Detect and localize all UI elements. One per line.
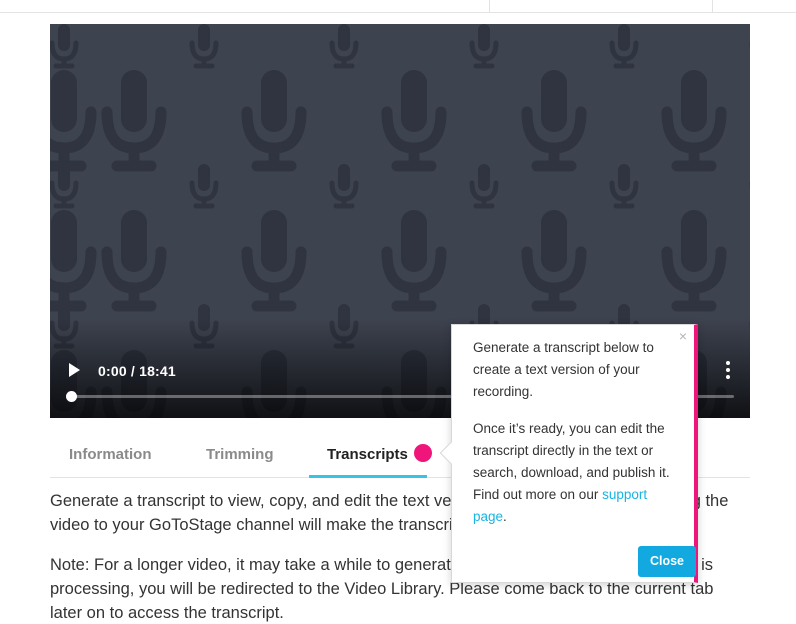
tab-trimming[interactable]: Trimming (206, 446, 274, 463)
close-button[interactable]: Close (638, 546, 696, 577)
top-bar-divider (489, 0, 490, 13)
play-icon[interactable] (66, 362, 82, 378)
progress-knob[interactable] (66, 391, 77, 402)
popover-text-intro: Generate a transcript below to create a … (473, 340, 654, 399)
time-display: 0:00 / 18:41 (98, 363, 176, 379)
tour-popover: × Generate a transcript below to create … (439, 324, 698, 583)
more-vertical-icon[interactable] (722, 359, 734, 381)
close-icon[interactable]: × (679, 328, 687, 344)
tab-transcripts[interactable]: Transcripts (327, 446, 408, 463)
top-bar (0, 0, 796, 13)
top-bar-divider (712, 0, 713, 13)
popover-text-details-end: . (503, 509, 507, 524)
active-tab-indicator (309, 475, 427, 478)
popover-text-details: Once it’s ready, you can edit the transc… (473, 418, 678, 528)
tour-hotspot-dot[interactable] (414, 444, 432, 462)
tab-information[interactable]: Information (69, 446, 152, 463)
